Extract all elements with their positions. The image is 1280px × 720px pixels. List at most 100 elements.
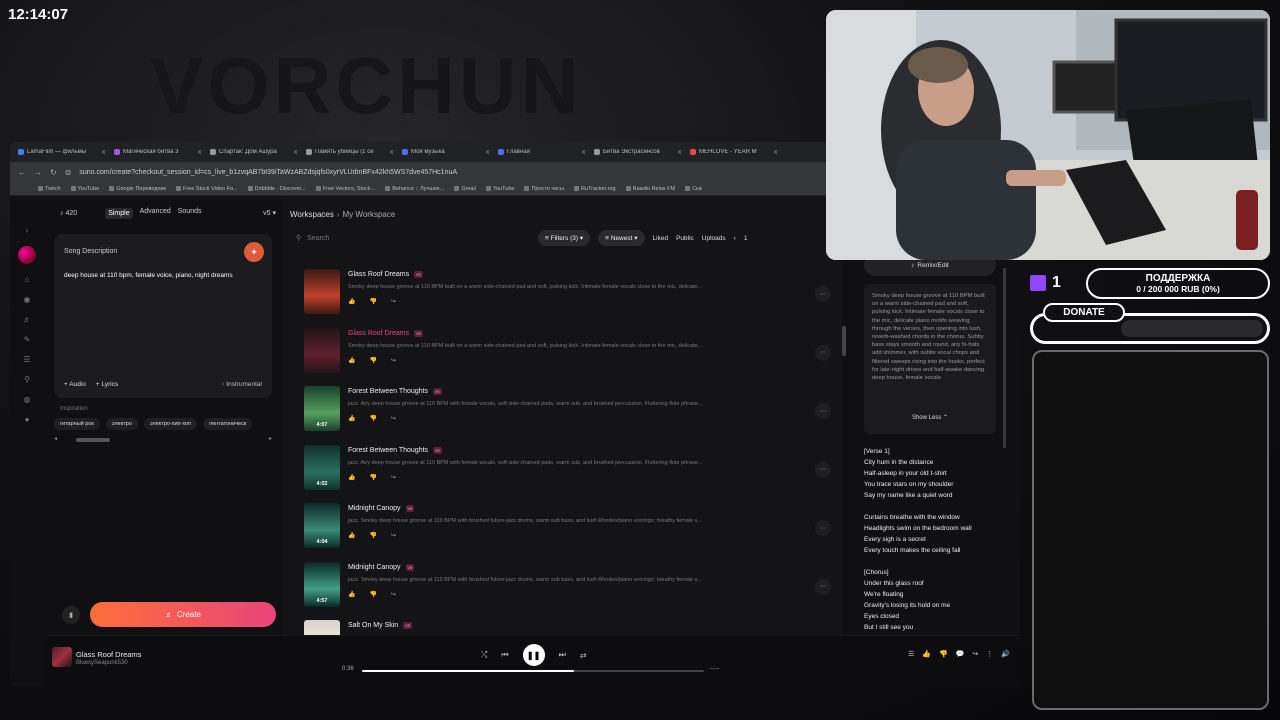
song-row[interactable]: Salt On My Skinv5👍👎↪⋯ xyxy=(290,617,835,635)
explore-icon[interactable]: ◉ xyxy=(24,295,31,304)
dislike-icon[interactable]: 👎 xyxy=(369,415,376,422)
shuffle-icon[interactable]: ⤮ xyxy=(481,650,487,660)
bookmark-item[interactable]: Raadio Relax FM xyxy=(625,186,675,192)
bookmark-item[interactable]: Behance :: Лучшее... xyxy=(385,186,444,192)
more-options-icon[interactable]: ⋯ xyxy=(815,344,831,361)
prev-page-icon[interactable]: ‹ xyxy=(734,235,736,242)
like-icon[interactable]: 👍 xyxy=(348,357,355,364)
share-icon[interactable]: ↪ xyxy=(391,357,396,364)
chips-scroll-thumb[interactable] xyxy=(76,438,110,442)
song-row[interactable]: Glass Roof Dreams v5 Smoky deep house groo… xyxy=(290,325,835,384)
scroll-right-icon[interactable]: ▸ xyxy=(269,435,272,442)
like-icon[interactable]: 👍 xyxy=(348,415,355,422)
mode-advanced-tab[interactable]: Advanced xyxy=(140,208,171,219)
clear-icon[interactable]: ▮ xyxy=(62,605,80,624)
expand-icon[interactable]: › xyxy=(26,226,29,235)
song-title[interactable]: Forest Between Thoughts xyxy=(348,388,428,395)
share-icon[interactable]: ↪ xyxy=(972,650,978,658)
inspiration-chip[interactable]: электро xyxy=(105,418,138,430)
bookmark-item[interactable]: Dribbble - Discover... xyxy=(247,186,306,192)
browser-tab[interactable]: Главная ✕ xyxy=(494,142,590,162)
song-title[interactable]: Forest Between Thoughts xyxy=(348,447,428,454)
volume-icon[interactable]: 🔊 xyxy=(1001,650,1010,658)
share-icon[interactable]: ↪ xyxy=(391,415,396,422)
tab-close-icon[interactable]: ✕ xyxy=(677,149,682,156)
bookmark-item[interactable]: Free Vectors, Stock... xyxy=(315,186,375,192)
browser-tab[interactable]: МЕНLOVE - YEAR M ✕ xyxy=(686,142,782,162)
now-playing-title[interactable]: Glass Roof Dreams xyxy=(76,650,141,659)
dislike-icon[interactable]: 👎 xyxy=(939,650,948,658)
bookmark-item[interactable]: Gmail xyxy=(454,186,476,192)
song-title[interactable]: Glass Roof Dreams xyxy=(348,271,409,278)
chips-scrollbar[interactable]: ◂ ▸ xyxy=(54,435,272,443)
now-playing-cover[interactable] xyxy=(52,647,72,667)
browser-tab[interactable]: Память убийцы (1 се ✕ xyxy=(302,142,398,162)
breadcrumb-current[interactable]: My Workspace xyxy=(343,210,396,219)
browser-tab[interactable]: Магическая битва 3 ✕ xyxy=(110,142,206,162)
song-cover[interactable] xyxy=(304,620,340,635)
like-icon[interactable]: 👍 xyxy=(348,591,355,598)
tab-close-icon[interactable]: ✕ xyxy=(773,149,778,156)
magic-wand-icon[interactable]: ✦ xyxy=(244,242,264,262)
notifications-icon[interactable]: ● xyxy=(25,415,30,424)
dislike-icon[interactable]: 👎 xyxy=(369,357,376,364)
more-options-icon[interactable]: ⋯ xyxy=(815,461,831,478)
song-row[interactable]: 4:07 Forest Between Thoughts v5 jazz. Airy … xyxy=(290,383,835,442)
forward-icon[interactable]: → xyxy=(34,168,42,177)
show-less-button[interactable]: Show Less ⌃ xyxy=(864,414,996,421)
share-icon[interactable]: ↪ xyxy=(391,591,396,598)
like-icon[interactable]: 👍 xyxy=(348,298,355,305)
create-icon[interactable]: ♬ xyxy=(23,315,31,324)
tab-close-icon[interactable]: ✕ xyxy=(485,149,490,156)
inspiration-chip[interactable]: гитарный рок xyxy=(54,418,100,430)
bookmark-item[interactable]: Free Stock Video Fo... xyxy=(175,186,238,192)
suno-logo[interactable] xyxy=(18,246,36,264)
like-icon[interactable]: 👍 xyxy=(348,532,355,539)
song-cover[interactable]: 4:07 xyxy=(304,386,340,431)
bookmark-item[interactable]: Просто часы xyxy=(524,186,564,192)
search-input[interactable]: ⚲ Search xyxy=(290,229,530,247)
browser-tab[interactable]: Спартак: Дом Ашура ✕ xyxy=(206,142,302,162)
library-icon[interactable]: ☰ xyxy=(23,355,30,364)
url-field[interactable]: suno.com/create?checkout_session_id=cs_l… xyxy=(79,169,457,176)
more-icon[interactable]: ⋮ xyxy=(986,650,993,658)
song-description-input[interactable]: deep house at 110 bpm, female voice, pia… xyxy=(64,272,262,279)
version-select[interactable]: v5 ▾ xyxy=(263,209,276,217)
pause-button[interactable]: ❚❚ xyxy=(522,644,545,666)
search-icon[interactable]: ⚲ xyxy=(24,375,30,384)
dislike-icon[interactable]: 👎 xyxy=(369,532,376,539)
site-info-icon[interactable]: ⊜ xyxy=(65,168,72,177)
filters-button[interactable]: ≡ Filters (3) ▾ xyxy=(538,230,591,246)
scroll-left-icon[interactable]: ◂ xyxy=(54,435,57,442)
tab-close-icon[interactable]: ✕ xyxy=(197,149,202,156)
liked-filter[interactable]: Liked xyxy=(653,235,669,242)
breadcrumb-workspaces[interactable]: Workspaces xyxy=(290,210,334,219)
previous-icon[interactable]: ⏮ xyxy=(501,650,508,660)
more-options-icon[interactable]: ⋯ xyxy=(815,403,831,419)
next-icon[interactable]: ⏭ xyxy=(559,650,566,660)
share-icon[interactable]: ↪ xyxy=(391,474,396,481)
bookmark-item[interactable]: RuTracker.org xyxy=(573,186,616,192)
instrumental-toggle[interactable]: ◦ Instrumental xyxy=(222,381,262,388)
tab-close-icon[interactable]: ✕ xyxy=(389,149,394,156)
browser-tab[interactable]: Битва Экстрасенсов ✕ xyxy=(590,142,686,162)
song-cover[interactable]: 4:02 xyxy=(304,444,340,490)
song-row[interactable]: 4:57 Midnight Canopy v5 jazz. Smoky deep ho… xyxy=(290,559,835,618)
add-audio-button[interactable]: + Audio xyxy=(64,381,86,388)
song-cover[interactable]: 4:04 xyxy=(304,503,340,548)
queue-icon[interactable]: ☰ xyxy=(908,650,914,658)
dislike-icon[interactable]: 👎 xyxy=(369,298,376,305)
add-lyrics-button[interactable]: + Lyrics xyxy=(96,381,118,388)
more-options-icon[interactable]: ⋯ xyxy=(815,578,831,595)
inspiration-chip[interactable]: пентатоническ xyxy=(203,418,253,430)
song-row[interactable]: 4:02 Forest Between Thoughts v5 jazz. Airy … xyxy=(290,442,835,501)
song-list-scrollbar[interactable] xyxy=(842,326,846,356)
like-icon[interactable]: 👍 xyxy=(922,650,931,658)
hooks-icon[interactable]: ◍ xyxy=(24,395,31,404)
bookmark-item[interactable]: Twitch xyxy=(38,186,61,192)
dislike-icon[interactable]: 👎 xyxy=(369,591,376,598)
dislike-icon[interactable]: 👎 xyxy=(369,474,376,481)
song-row[interactable]: Glass Roof Dreams v5 Smoky deep house groo… xyxy=(290,266,835,325)
home-icon[interactable]: ⌂ xyxy=(25,275,30,284)
like-icon[interactable]: 👍 xyxy=(348,474,355,481)
